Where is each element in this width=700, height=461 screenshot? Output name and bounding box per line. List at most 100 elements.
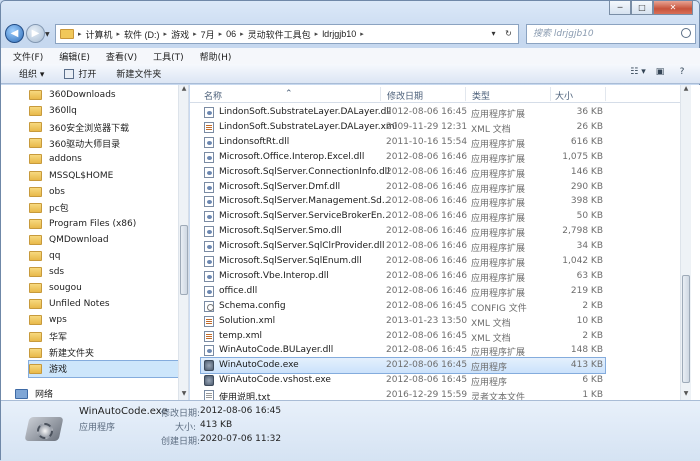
file-row[interactable]: WinAutoCode.BULayer.dll 2012-08-06 16:45 应… [201,343,605,358]
file-row[interactable]: Microsoft.SqlServer.SqlClrProvider.dll 20… [201,239,605,254]
new-folder-button[interactable]: 新建文件夹 [116,67,161,80]
menu-item[interactable]: 编辑(E) [59,50,90,63]
file-row[interactable]: Microsoft.SqlServer.ConnectionInfo.dll 20… [201,165,605,180]
breadcrumb-item[interactable]: 7月 [201,28,215,41]
scroll-up-icon[interactable]: ▲ [681,85,691,95]
file-date: 2012-08-06 16:46 [386,226,468,237]
file-list-scrollbar[interactable]: ▲ ▼ [680,85,691,400]
folder-icon [29,267,42,278]
file-row[interactable]: WinAutoCode.vshost.exe 2012-08-06 16:45 应用… [201,373,605,388]
sidebar-folder-item[interactable]: 360llq [29,103,77,119]
breadcrumb-separator-icon[interactable]: ▸ [78,30,82,38]
minimize-button[interactable]: ─ [609,1,631,15]
file-row[interactable]: Microsoft.SqlServer.ServiceBrokerEn... 20… [201,209,605,224]
search-input[interactable]: 搜索 ldrjgjb10 [526,24,696,44]
file-size: 148 KB [570,345,603,356]
file-row[interactable]: Microsoft.SqlServer.Dmf.dll 2012-08-06 16… [201,180,605,195]
file-row[interactable]: office.dll 2012-08-06 16:46 应用程序扩展 219 KB [201,284,605,299]
file-row[interactable]: Microsoft.SqlServer.Smo.dll 2012-08-06 16… [201,224,605,239]
file-row[interactable]: LindonSoft.SubstrateLayer.DALayer.xml 200… [201,120,605,135]
file-size: 34 KB [576,241,603,252]
file-row[interactable]: temp.xml 2012-08-06 16:45 XML 文档 2 KB [201,329,605,344]
sidebar-folder-item[interactable]: sds [29,264,64,280]
scroll-thumb[interactable] [682,275,690,383]
column-date[interactable]: 修改日期 [387,89,423,102]
dll-file-icon [204,256,214,267]
preview-pane-icon[interactable]: ▣ [649,67,671,81]
address-bar[interactable]: ▸ 计算机 ▸ 软件 (D:) ▸ 游戏 ▸ 7月 ▸ 06 ▸ 灵动软件工具包 ▸ ldrjgjb10 ▸… [55,24,519,44]
scroll-thumb[interactable] [180,225,188,295]
file-row[interactable]: LindonsoftRt.dll 2011-10-16 15:54 应用程序扩展 61… [201,135,605,150]
breadcrumb-item[interactable]: 06 [226,29,236,39]
sidebar-folder-item[interactable]: 360安全浏览器下载 [29,119,129,135]
file-type: XML 文档 [471,333,511,344]
sidebar-folder-item[interactable]: 游戏 [28,359,180,378]
scroll-down-icon[interactable]: ▼ [179,390,188,400]
menu-item[interactable]: 文件(F) [13,50,43,63]
sidebar-folder-item[interactable]: sougou [29,280,82,296]
forward-arrow-icon[interactable]: ▶ [26,24,45,43]
back-arrow-icon[interactable]: ◀ [5,24,24,43]
breadcrumb-separator-icon[interactable]: ▸ [360,30,364,38]
file-row[interactable]: Microsoft.Office.Interop.Excel.dll 2012-0… [201,150,605,165]
organize-button[interactable]: 组织 ▾ [19,67,44,80]
breadcrumb-separator-icon[interactable]: ▸ [315,30,319,38]
sidebar-item-label: wps [49,315,67,326]
column-type[interactable]: 类型 [472,89,490,102]
sidebar-item-label: 360安全浏览器下载 [49,123,130,134]
sidebar-folder-item[interactable]: qq [29,248,60,264]
sidebar-folder-item[interactable]: pc包 [29,200,69,216]
breadcrumb-separator-icon[interactable]: ▸ [219,30,223,38]
change-view-icon[interactable]: ☷ ▾ [627,67,649,81]
sidebar-folder-item[interactable]: wps [29,312,67,328]
file-row[interactable]: 使用说明.txt 2016-12-29 15:59 灵者文本文件 1 KB [201,388,605,400]
sidebar-folder-item[interactable]: 华军 [29,329,67,345]
menu-item[interactable]: 工具(T) [153,50,184,63]
search-icon[interactable] [681,28,691,38]
sidebar-item-label: Unfiled Notes [49,299,110,310]
sidebar-folder-item[interactable]: 360驱动大师目录 [29,135,120,151]
file-row[interactable]: Microsoft.SqlServer.Management.Sd... 2012… [201,194,605,209]
sidebar-item-network[interactable]: 网络 [15,386,53,400]
sidebar-folder-item[interactable]: Unfiled Notes [29,296,110,312]
column-size[interactable]: 大小 [555,89,573,102]
menu-item[interactable]: 帮助(H) [200,50,232,63]
search-placeholder: 搜索 ldrjgjb10 [533,29,594,39]
navigation-scrollbar[interactable]: ▲ ▼ [178,85,188,400]
breadcrumb-item[interactable]: 计算机 [86,28,113,41]
sidebar-folder-item[interactable]: Program Files (x86) [29,216,136,232]
address-dropdown-icon[interactable]: ▾ [486,27,501,41]
breadcrumb-item[interactable]: 游戏 [171,28,189,41]
sidebar-folder-item[interactable]: addons [29,151,82,167]
maximize-button[interactable]: □ [631,1,653,15]
file-row[interactable]: WinAutoCode.exe 2012-08-06 16:45 应用程序 413 K… [200,357,606,375]
sidebar-folder-item[interactable]: QMDownload [29,232,109,248]
open-button[interactable]: 打开 [64,67,96,80]
breadcrumb-item[interactable]: 软件 (D:) [124,28,160,41]
column-name[interactable]: 名称 [204,89,222,102]
file-row[interactable]: Solution.xml 2013-01-23 13:50 XML 文档 10 KB [201,314,605,329]
sidebar-folder-item[interactable]: 新建文件夹 [29,345,94,361]
file-size: 1 KB [582,390,603,400]
breadcrumb-separator-icon[interactable]: ▸ [240,30,244,38]
file-row[interactable]: Microsoft.Vbe.Interop.dll 2012-08-06 16:4… [201,269,605,284]
help-icon[interactable]: ? [671,67,693,81]
breadcrumb-separator-icon[interactable]: ▸ [117,30,121,38]
sidebar-folder-item[interactable]: 360Downloads [29,87,116,103]
sidebar-folder-item[interactable]: MSSQL$HOME [29,168,113,184]
breadcrumb-separator-icon[interactable]: ▸ [164,30,168,38]
breadcrumb-item[interactable]: 灵动软件工具包 [248,28,311,41]
breadcrumb-item[interactable]: ldrjgjb10 [322,29,356,39]
file-row[interactable]: LindonSoft.SubstrateLayer.DALayer.dll 201… [201,105,605,120]
close-button[interactable]: ✕ [653,1,693,15]
scroll-down-icon[interactable]: ▼ [681,390,691,400]
breadcrumb-separator-icon[interactable]: ▸ [193,30,197,38]
file-date: 2012-08-06 16:45 [386,300,468,311]
recent-pages-dropdown-icon[interactable]: ▼ [45,31,50,38]
scroll-up-icon[interactable]: ▲ [179,85,188,95]
refresh-icon[interactable]: ↻ [501,27,516,41]
sidebar-folder-item[interactable]: obs [29,184,65,200]
menu-item[interactable]: 查看(V) [106,50,137,63]
file-row[interactable]: Schema.config 2012-08-06 16:45 CONFIG 文件 2 … [201,299,605,314]
file-row[interactable]: Microsoft.SqlServer.SqlEnum.dll 2012-08-0… [201,254,605,269]
